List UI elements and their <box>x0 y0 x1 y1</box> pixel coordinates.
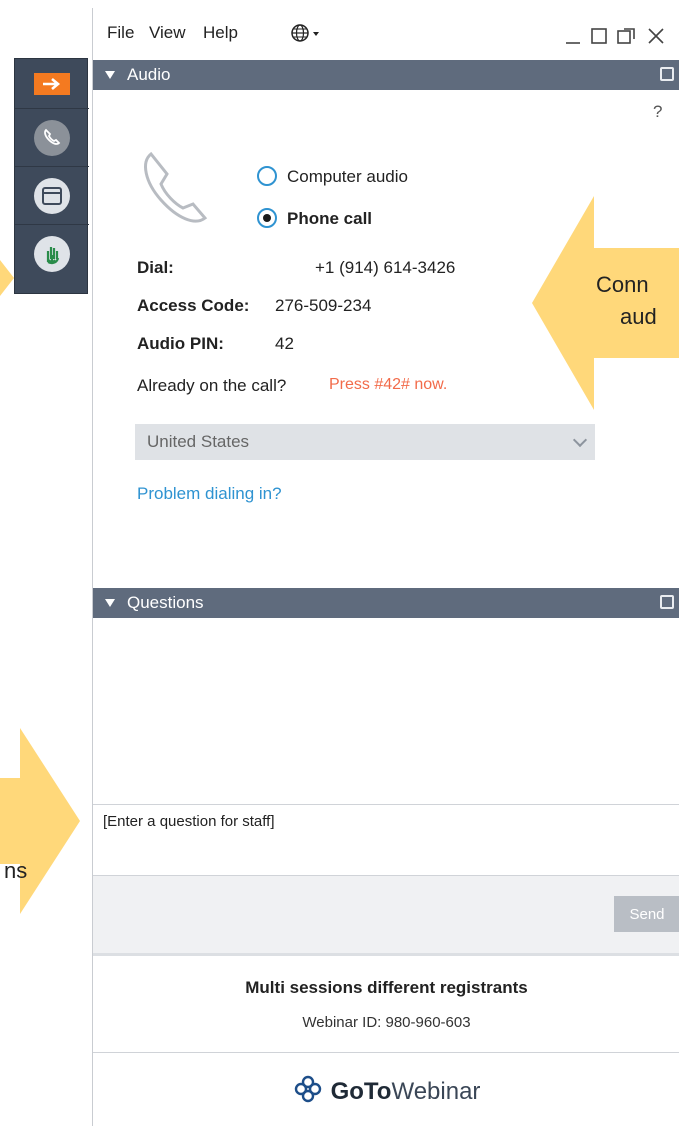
help-icon[interactable]: ? <box>653 102 662 122</box>
dial-label: Dial: <box>137 258 174 277</box>
strip-item-phone[interactable] <box>15 109 89 167</box>
question-placeholder: [Enter a question for staff] <box>103 813 275 830</box>
collapse-triangle-icon <box>105 71 115 79</box>
minimize-icon[interactable] <box>563 26 583 51</box>
gotowebinar-logo: GoTo Webinar <box>93 1074 679 1109</box>
session-title: Multi sessions different registrants <box>245 978 528 997</box>
left-top-callout-arrow <box>0 260 14 296</box>
left-callout-text: ns <box>4 858 28 883</box>
brand-webinar: Webinar <box>391 1077 481 1105</box>
raise-hand-icon <box>34 236 70 272</box>
audio-title: Audio <box>127 65 171 84</box>
country-select[interactable]: United States <box>135 424 595 460</box>
strip-item-window[interactable] <box>15 167 89 225</box>
footer: Multi sessions different registrants Web… <box>93 956 679 1126</box>
radio-computer-audio[interactable] <box>257 166 277 186</box>
computer-audio-label: Computer audio <box>287 167 408 186</box>
popout-icon[interactable] <box>615 26 637 51</box>
strip-item-raise-hand[interactable] <box>15 225 89 283</box>
maximize-icon[interactable] <box>589 26 609 51</box>
audio-header[interactable]: Audio <box>93 60 679 90</box>
brand-goto: GoTo <box>330 1077 392 1105</box>
access-code-value: 276-509-234 <box>275 296 372 315</box>
questions-title: Questions <box>127 593 204 612</box>
phone-icon <box>34 119 70 156</box>
menu-view[interactable]: View <box>149 23 186 43</box>
problem-dialing-link[interactable]: Problem dialing in? <box>137 484 282 504</box>
exit-arrow-icon <box>34 72 70 95</box>
right-callout-text-line2: aud <box>620 304 657 329</box>
questions-header[interactable]: Questions <box>93 588 679 618</box>
questions-popout-icon[interactable] <box>660 595 674 609</box>
left-bottom-callout-arrow <box>0 728 80 914</box>
send-button[interactable]: Send <box>614 896 679 932</box>
window-icon <box>34 177 70 214</box>
chevron-down-icon <box>572 432 588 448</box>
globe-icon[interactable] <box>289 22 325 49</box>
close-icon[interactable] <box>645 26 667 51</box>
footer-divider <box>93 1052 679 1053</box>
country-value: United States <box>147 432 250 451</box>
webinar-id: Webinar ID: 980-960-603 <box>302 1014 471 1031</box>
strip-item-arrow[interactable] <box>15 59 89 109</box>
audio-pin-value: 42 <box>275 334 294 353</box>
gotowebinar-panel: File View Help Audio ? Computer audio Ph… <box>92 8 679 1126</box>
gotowebinar-flower-icon <box>293 1074 323 1109</box>
audio-popout-icon[interactable] <box>660 67 674 81</box>
menu-help[interactable]: Help <box>203 23 238 43</box>
sidebar-strip <box>14 58 89 294</box>
menu-bar: File View Help <box>93 8 679 60</box>
phone-call-label: Phone call <box>287 209 373 228</box>
already-on-call-text: Already on the call? <box>137 376 287 395</box>
right-callout-text-line1: Conn <box>596 272 649 297</box>
press-code-text: Press #42# now. <box>329 376 448 393</box>
menu-file[interactable]: File <box>107 23 134 43</box>
dial-value: +1 (914) 614-3426 <box>315 258 456 277</box>
right-callout-arrow <box>532 196 679 410</box>
access-code-label: Access Code: <box>137 296 250 315</box>
phone-handset-icon <box>137 148 217 235</box>
audio-pin-label: Audio PIN: <box>137 334 224 353</box>
question-input[interactable]: [Enter a question for staff] <box>93 804 679 876</box>
collapse-triangle-icon <box>105 599 115 607</box>
send-row: Send <box>93 876 679 956</box>
radio-phone-call[interactable] <box>257 208 277 228</box>
